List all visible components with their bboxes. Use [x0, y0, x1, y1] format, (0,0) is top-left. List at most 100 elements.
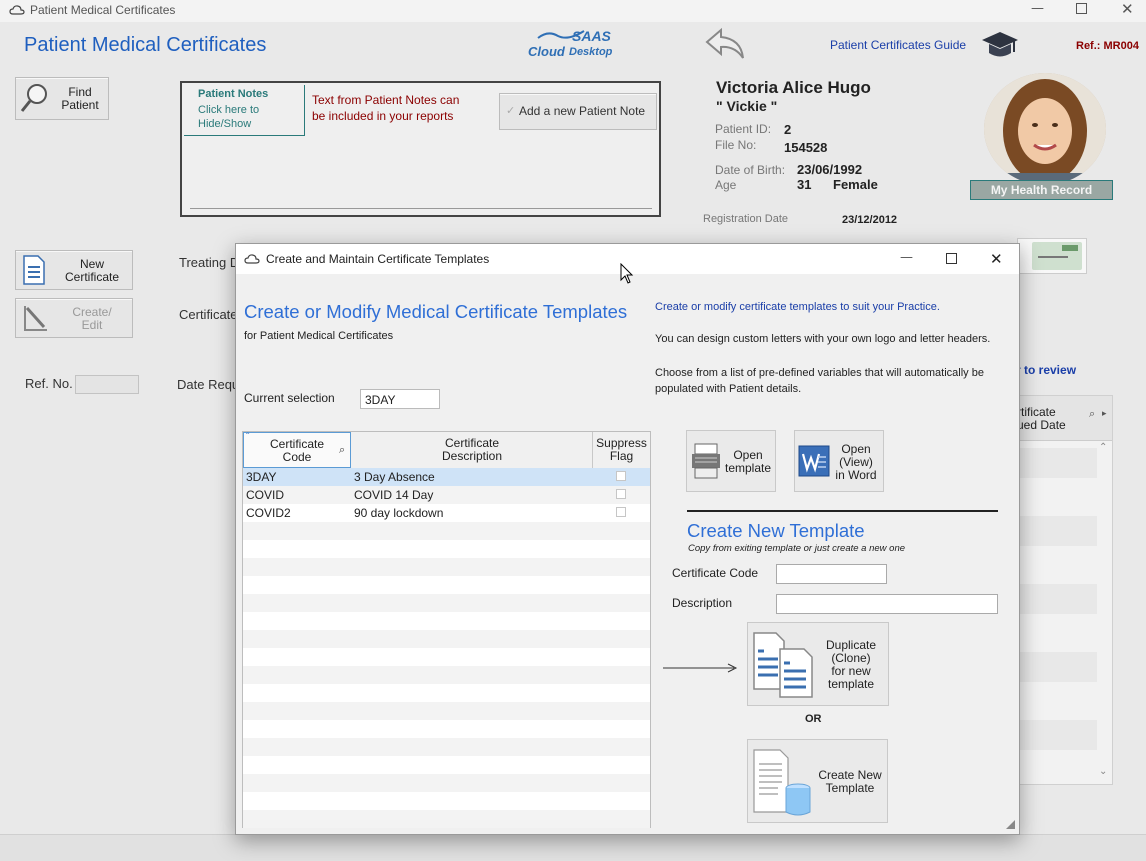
- dialog-minimize-icon[interactable]: —: [900, 250, 913, 265]
- suppress-flag-checkbox[interactable]: [616, 507, 626, 517]
- table-row: [243, 612, 650, 630]
- maximize-icon[interactable]: [1076, 3, 1087, 14]
- certificate-templates-dialog: Create and Maintain Certificate Template…: [235, 243, 1020, 835]
- file-no-label: File No:: [715, 138, 757, 152]
- magnifier-icon: [20, 84, 47, 112]
- current-selection-label: Current selection: [244, 391, 335, 405]
- create-new-template-label: Create New Template: [818, 768, 882, 795]
- table-row: [243, 630, 650, 648]
- scroll-up-icon[interactable]: ⌃: [1099, 442, 1107, 453]
- table-row[interactable]: 3DAY 3 Day Absence: [243, 468, 650, 486]
- description-input[interactable]: [776, 594, 998, 614]
- dialog-title: Create and Maintain Certificate Template…: [266, 252, 490, 266]
- table-row: [243, 522, 650, 540]
- pencil-ruler-icon: [24, 306, 47, 331]
- search-icon[interactable]: ⌕: [1089, 408, 1095, 421]
- dialog-close-icon[interactable]: ✕: [990, 250, 1003, 268]
- resize-grip-icon[interactable]: [1004, 818, 1016, 830]
- main-window-title: Patient Medical Certificates: [30, 3, 176, 17]
- logo-cloud-text: Cloud: [528, 44, 565, 59]
- column-header-description[interactable]: Certificate Description: [351, 432, 593, 468]
- table-row: [1011, 720, 1097, 750]
- column-header-suppress[interactable]: Suppress Flag: [593, 432, 650, 468]
- avatar: [984, 73, 1106, 185]
- scroll-down-icon[interactable]: ⌄: [1099, 766, 1107, 777]
- table-row: [1011, 516, 1097, 546]
- duplicate-template-button[interactable]: Duplicate (Clone) for new template: [747, 622, 889, 706]
- minimize-icon[interactable]: —: [1031, 1, 1044, 16]
- logo-saas-text: SAAS: [572, 28, 611, 44]
- treating-doctor-label: Treating D: [179, 255, 240, 270]
- create-new-subheading: Copy from exiting template or just creat…: [688, 543, 906, 554]
- certificate-description-cell: 3 Day Absence: [354, 470, 435, 484]
- dob-value: 23/06/1992: [797, 162, 863, 177]
- suppress-flag-checkbox[interactable]: [616, 489, 626, 499]
- card-icon: [1032, 242, 1082, 270]
- suppress-flag-checkbox[interactable]: [616, 471, 626, 481]
- table-row[interactable]: COVID2 90 day lockdown: [243, 504, 650, 522]
- info-line-2: You can design custom letters with your …: [655, 333, 991, 345]
- description-label: Description: [672, 596, 733, 610]
- table-row[interactable]: COVID COVID 14 Day: [243, 486, 650, 504]
- sort-asc-icon: ˆ: [246, 432, 250, 443]
- new-certificate-button[interactable]: New Certificate: [15, 250, 133, 290]
- grid-rows: 3DAY 3 Day Absence COVID COVID 14 Day COVID2…: [243, 468, 650, 828]
- table-row: [1011, 448, 1097, 478]
- table-row: [243, 684, 650, 702]
- certificate-code-cell: COVID2: [246, 506, 291, 520]
- graduation-cap-icon[interactable]: [980, 28, 1020, 62]
- column-label-suppress: Suppress Flag: [596, 436, 647, 463]
- find-patient-button[interactable]: Find Patient: [15, 77, 109, 120]
- certificate-description-cell: 90 day lockdown: [354, 506, 444, 520]
- age-value: 31: [797, 177, 812, 192]
- table-row: [243, 738, 650, 756]
- patient-id-value: 2: [784, 122, 792, 137]
- patient-nickname: " Vickie ": [716, 98, 778, 114]
- my-health-record-button[interactable]: My Health Record: [970, 180, 1113, 200]
- scroll-right-icon[interactable]: ▸: [1102, 408, 1107, 419]
- issued-date-column-header: rtificate ued Date: [1017, 405, 1066, 432]
- table-row: [243, 702, 650, 720]
- patient-id-label: Patient ID:: [715, 122, 772, 136]
- patient-notes-toggle[interactable]: Patient Notes Click here to Hide/Show: [184, 85, 305, 136]
- create-edit-label: Create/ Edit: [72, 305, 112, 332]
- file-no-value: 154528: [784, 140, 828, 155]
- create-edit-button[interactable]: Create/ Edit: [15, 298, 133, 338]
- add-note-label: Add a new Patient Note: [519, 104, 646, 118]
- review-link[interactable]: r to review: [1016, 363, 1076, 377]
- column-header-code[interactable]: ˆ Certificate Code ⌕: [243, 432, 351, 468]
- certificate-label: Certificate: [179, 307, 238, 322]
- date-requested-label: Date Requ: [177, 377, 240, 392]
- current-selection-field[interactable]: 3DAY: [360, 389, 440, 409]
- guide-link[interactable]: Patient Certificates Guide: [830, 38, 966, 52]
- templates-grid: ˆ Certificate Code ⌕ Certificate Descrip…: [242, 431, 651, 828]
- new-certificate-label: New Certificate: [64, 257, 120, 284]
- certificate-code-input[interactable]: [776, 564, 887, 584]
- create-new-template-button[interactable]: Create New Template: [747, 739, 888, 823]
- cloud-app-icon: [244, 254, 260, 264]
- dialog-maximize-icon[interactable]: [946, 253, 957, 264]
- table-row: [243, 594, 650, 612]
- add-patient-note-button[interactable]: ✓ Add a new Patient Note: [499, 93, 657, 130]
- search-icon[interactable]: ⌕: [339, 444, 345, 457]
- patient-name: Victoria Alice Hugo: [716, 78, 871, 97]
- age-label: Age: [715, 178, 737, 192]
- new-document-database-icon: [753, 749, 811, 816]
- open-template-label: Open template: [724, 448, 772, 475]
- column-label-description: Certificate Description: [441, 436, 503, 463]
- certificate-code-label: Certificate Code: [672, 566, 759, 580]
- open-template-button[interactable]: Open template: [686, 430, 776, 492]
- open-in-word-button[interactable]: Open (View) in Word: [794, 430, 884, 492]
- table-row: [243, 648, 650, 666]
- back-arrow-icon[interactable]: [703, 26, 747, 62]
- close-icon[interactable]: ✕: [1121, 0, 1134, 18]
- logo-desktop-text: Desktop: [569, 46, 613, 58]
- table-row: [1011, 652, 1097, 682]
- open-in-word-label: Open (View) in Word: [835, 442, 877, 482]
- registration-label: Registration Date: [703, 213, 788, 225]
- taskbar-strip: [0, 834, 1146, 861]
- info-line-3: Choose from a list of pre-defined variab…: [655, 367, 984, 395]
- registration-value: 23/12/2012: [842, 214, 898, 226]
- ref-no-input[interactable]: [75, 375, 139, 394]
- table-row: [243, 558, 650, 576]
